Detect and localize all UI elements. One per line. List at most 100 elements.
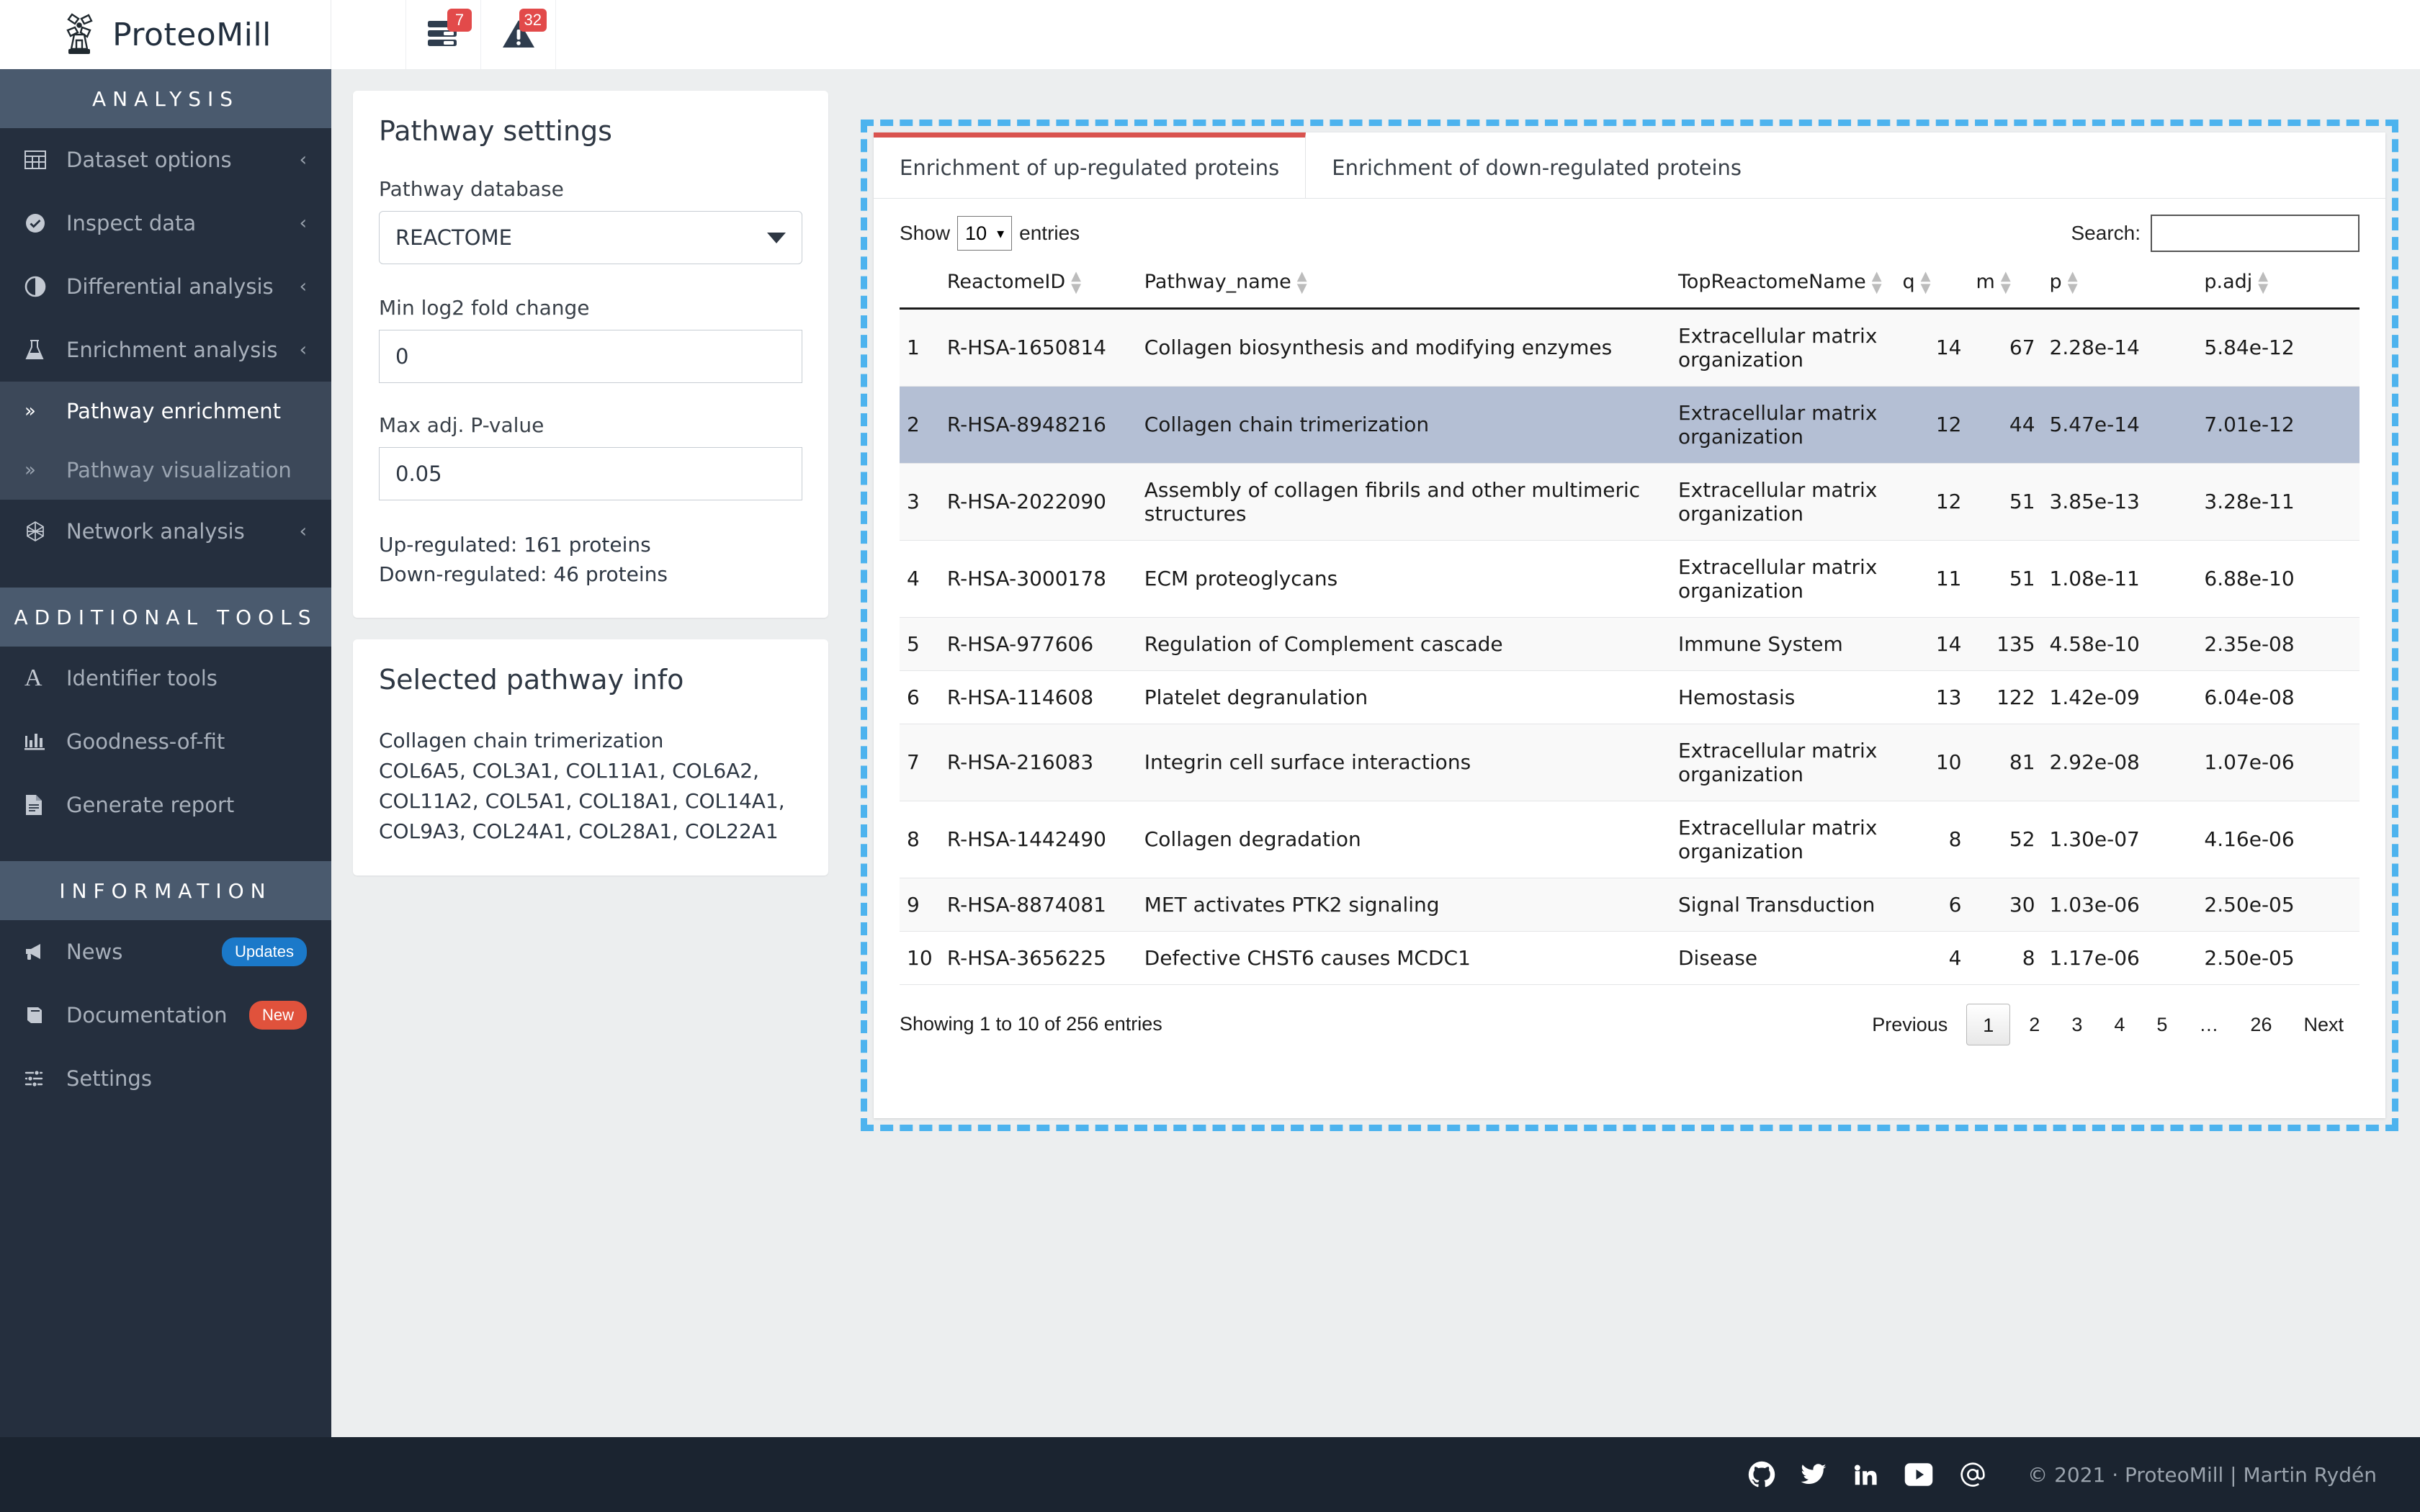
cell-pathway-name: Platelet degranulation	[1137, 670, 1671, 724]
sidebar-item-differential-analysis[interactable]: Differential analysis ‹	[0, 255, 331, 318]
sidebar-item-dataset-options[interactable]: Dataset options ‹	[0, 128, 331, 192]
cell-p-adj: 7.01e-12	[2197, 386, 2360, 463]
entries-per-page-select[interactable]: 10 ▾	[957, 216, 1012, 251]
enrichment-table: ReactomeID▲▼ Pathway_name▲▼ TopReactomeN…	[900, 259, 2360, 985]
cell-p: 2.28e-14	[2043, 308, 2197, 386]
email-at-icon[interactable]	[1958, 1460, 1987, 1489]
table-row[interactable]: 6R-HSA-114608Platelet degranulationHemos…	[900, 670, 2360, 724]
row-index: 1	[900, 308, 940, 386]
table-row[interactable]: 3R-HSA-2022090Assembly of collagen fibri…	[900, 463, 2360, 540]
table-row[interactable]: 2R-HSA-8948216Collagen chain trimerizati…	[900, 386, 2360, 463]
table-row[interactable]: 9R-HSA-8874081MET activates PTK2 signali…	[900, 878, 2360, 931]
cell-reactome-id: R-HSA-8948216	[940, 386, 1137, 463]
min-log2-fold-change-input[interactable]: 0	[379, 330, 802, 383]
pagination-page-3[interactable]: 3	[2056, 1004, 2098, 1045]
brand-logo[interactable]: ProteoMill	[0, 0, 331, 69]
tab-enrichment-down-regulated[interactable]: Enrichment of down-regulated proteins	[1306, 132, 1767, 198]
cell-reactome-id: R-HSA-977606	[940, 617, 1137, 670]
cell-q: 4	[1895, 931, 1968, 984]
news-badge: Updates	[222, 937, 307, 966]
row-index: 2	[900, 386, 940, 463]
table-row[interactable]: 4R-HSA-3000178ECM proteoglycansExtracell…	[900, 540, 2360, 617]
double-chevron-right-icon: »	[24, 459, 55, 481]
col-reactome-id[interactable]: ReactomeID▲▼	[940, 259, 1137, 308]
cell-pathway-name: Regulation of Complement cascade	[1137, 617, 1671, 670]
show-entries-suffix: entries	[1019, 222, 1080, 245]
sidebar-item-identifier-tools[interactable]: A Identifier tools	[0, 647, 331, 710]
cell-m: 67	[1969, 308, 2043, 386]
pagination-page-4[interactable]: 4	[2098, 1004, 2141, 1045]
search-control: Search:	[2071, 215, 2360, 252]
documentation-badge: New	[249, 1001, 307, 1030]
sliders-icon	[24, 1069, 55, 1088]
pagination-page-26[interactable]: 26	[2234, 1004, 2287, 1045]
tab-enrichment-up-regulated[interactable]: Enrichment of up-regulated proteins	[874, 132, 1306, 198]
table-row[interactable]: 8R-HSA-1442490Collagen degradationExtrac…	[900, 801, 2360, 878]
sidebar-item-inspect-data[interactable]: Inspect data ‹	[0, 192, 331, 255]
sidebar-item-documentation[interactable]: Documentation New	[0, 984, 331, 1047]
sidebar-item-goodness-of-fit[interactable]: Goodness-of-fit	[0, 710, 331, 773]
cell-top-reactome-name: Hemostasis	[1671, 670, 1896, 724]
entries-per-page-value: 10	[965, 222, 987, 245]
cell-pathway-name: MET activates PTK2 signaling	[1137, 878, 1671, 931]
sidebar-item-generate-report[interactable]: Generate report	[0, 773, 331, 837]
pagination-page-2[interactable]: 2	[2013, 1004, 2056, 1045]
pathway-database-select[interactable]: REACTOME	[379, 211, 802, 264]
search-input[interactable]	[2151, 215, 2360, 252]
cell-pathway-name: ECM proteoglycans	[1137, 540, 1671, 617]
table-header: ReactomeID▲▼ Pathway_name▲▼ TopReactomeN…	[900, 259, 2360, 308]
table-row[interactable]: 7R-HSA-216083Integrin cell surface inter…	[900, 724, 2360, 801]
col-m[interactable]: m▲▼	[1969, 259, 2043, 308]
cell-top-reactome-name: Signal Transduction	[1671, 878, 1896, 931]
table-row[interactable]: 5R-HSA-977606Regulation of Complement ca…	[900, 617, 2360, 670]
table-row[interactable]: 10R-HSA-3656225Defective CHST6 causes MC…	[900, 931, 2360, 984]
sidebar-item-pathway-visualization[interactable]: » Pathway visualization	[0, 441, 331, 500]
cell-p: 1.30e-07	[2043, 801, 2197, 878]
col-top-reactome-name[interactable]: TopReactomeName▲▼	[1671, 259, 1896, 308]
sidebar-item-label: Inspect data	[66, 211, 300, 235]
cell-p-adj: 1.07e-06	[2197, 724, 2360, 801]
warning-status-button[interactable]: 32	[481, 0, 556, 69]
selected-pathway-title: Selected pathway info	[379, 664, 802, 696]
cell-top-reactome-name: Extracellular matrix organization	[1671, 386, 1896, 463]
cell-p-adj: 4.16e-06	[2197, 801, 2360, 878]
sidebar-item-pathway-enrichment[interactable]: » Pathway enrichment	[0, 382, 331, 441]
youtube-icon[interactable]	[1904, 1461, 1934, 1488]
cell-p-adj: 2.50e-05	[2197, 931, 2360, 984]
twitter-icon[interactable]	[1800, 1461, 1827, 1488]
cell-p-adj: 6.04e-08	[2197, 670, 2360, 724]
max-adj-pvalue-input[interactable]: 0.05	[379, 447, 802, 500]
pagination-next[interactable]: Next	[2287, 1004, 2360, 1045]
brand-name: ProteoMill	[112, 17, 272, 53]
table-row[interactable]: 1R-HSA-1650814Collagen biosynthesis and …	[900, 308, 2360, 386]
enrichment-panel: Enrichment of up-regulated proteins Enri…	[874, 132, 2385, 1118]
col-q[interactable]: q▲▼	[1895, 259, 1968, 308]
cell-p-adj: 5.84e-12	[2197, 308, 2360, 386]
hamburger-menu-button[interactable]	[331, 0, 406, 69]
col-p[interactable]: p▲▼	[2043, 259, 2197, 308]
sidebar-item-label: Identifier tools	[66, 666, 307, 690]
pagination-page-…[interactable]: …	[2183, 1004, 2234, 1045]
sidebar-item-enrichment-analysis[interactable]: Enrichment analysis ‹	[0, 318, 331, 382]
row-index: 10	[900, 931, 940, 984]
pathway-settings-card: Pathway settings Pathway database REACTO…	[353, 91, 828, 618]
sidebar-item-news[interactable]: News Updates	[0, 920, 331, 984]
pagination-page-5[interactable]: 5	[2141, 1004, 2183, 1045]
pagination-page-1[interactable]: 1	[1966, 1004, 2010, 1045]
row-index: 8	[900, 801, 940, 878]
pagination-previous[interactable]: Previous	[1856, 1004, 1963, 1045]
chevron-left-icon: ‹	[300, 339, 307, 361]
sort-icon: ▲▼	[1071, 271, 1081, 294]
chevron-left-icon: ‹	[300, 276, 307, 297]
linkedin-icon[interactable]	[1852, 1461, 1879, 1488]
github-icon[interactable]	[1748, 1461, 1775, 1488]
col-p-adj[interactable]: p.adj▲▼	[2197, 259, 2360, 308]
table-header-row: ReactomeID▲▼ Pathway_name▲▼ TopReactomeN…	[900, 259, 2360, 308]
col-pathway-name[interactable]: Pathway_name▲▼	[1137, 259, 1671, 308]
sidebar-item-network-analysis[interactable]: Network analysis ‹	[0, 500, 331, 563]
table-controls: Show 10 ▾ entries Search:	[874, 199, 2385, 259]
sidebar-item-settings[interactable]: Settings	[0, 1047, 331, 1110]
cell-p-adj: 6.88e-10	[2197, 540, 2360, 617]
database-status-button[interactable]: 7	[406, 0, 481, 69]
pagination-controls: Previous12345…26Next	[1856, 1004, 2360, 1045]
